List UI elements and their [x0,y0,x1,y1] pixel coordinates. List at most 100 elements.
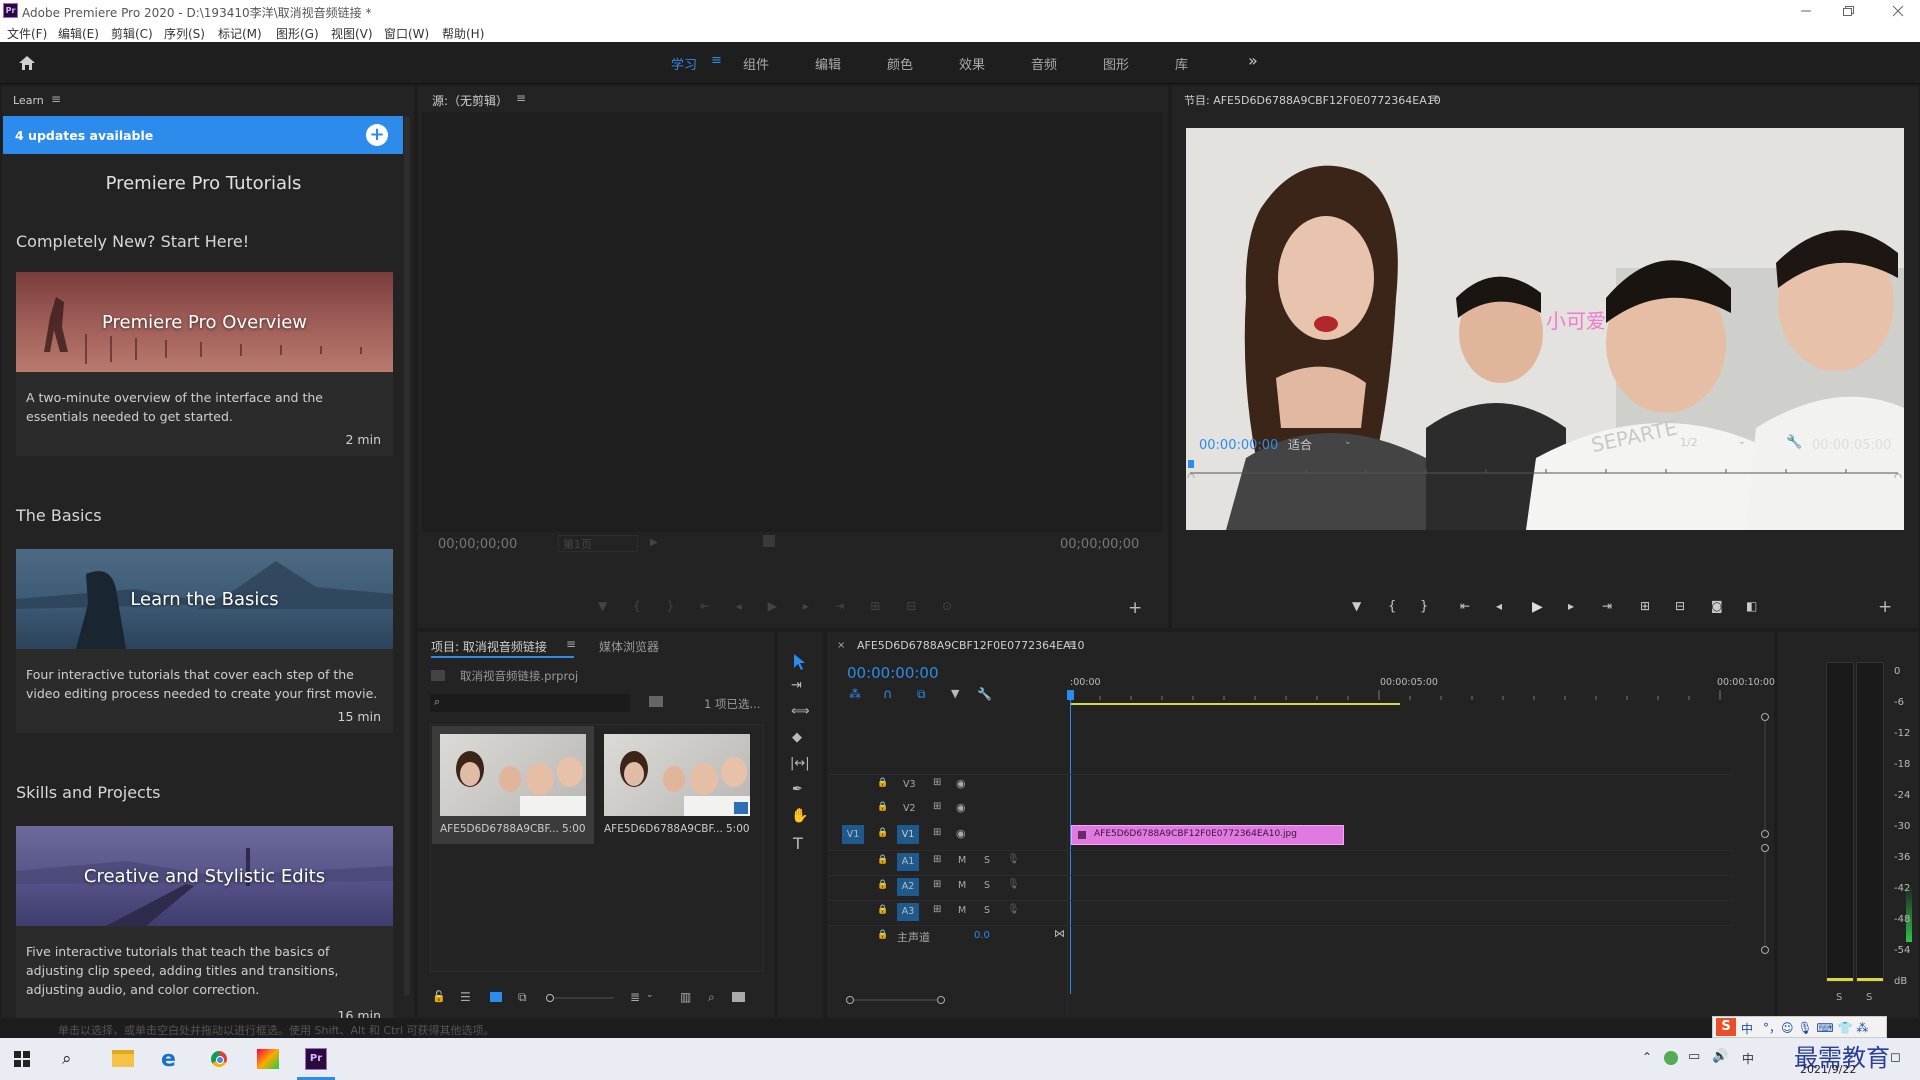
tutorial-card-overview[interactable]: Premiere Pro Overview A two-minute overv… [16,272,393,456]
sync-lock-icon[interactable]: ⊞ [933,827,941,838]
workspace-tab-color[interactable]: 颜色 [887,54,913,73]
lock-icon[interactable]: 🔒 [877,880,888,890]
microphone-icon[interactable]: 🎙 [1007,854,1020,865]
track-label[interactable]: A1 [897,853,919,871]
ime-tools-icon[interactable]: °，☺ 🎙 ⌨ 👕 ⁂ [1763,1019,1868,1036]
mark-in-icon[interactable]: { [1388,599,1396,614]
workspace-tab-audio[interactable]: 音频 [1031,54,1057,73]
go-to-in-icon[interactable]: ⇤ [1460,599,1470,613]
panel-menu-icon[interactable]: ≡ [516,91,526,105]
tray-app-icon[interactable] [1664,1051,1678,1065]
zoom-slider[interactable] [546,994,616,1002]
timeline-vertical-scroll[interactable] [1761,712,1769,992]
resolution-select[interactable]: 1/2 ⌄ [1680,436,1750,454]
sync-lock-icon[interactable]: ⊞ [933,777,941,788]
track-label[interactable]: V2 [903,803,916,814]
slip-tool-icon[interactable]: |↔| [790,756,810,771]
eye-icon[interactable]: ◉ [956,777,966,790]
add-button-icon[interactable]: + [1878,597,1892,617]
freeform-view-icon[interactable]: ⧉ [518,990,527,1005]
solo-left-button[interactable]: S [1836,992,1842,1003]
microphone-icon[interactable]: 🎙 [1007,904,1020,915]
workspace-tab-graphics[interactable]: 图形 [1103,54,1129,73]
solo-button[interactable]: S [984,855,990,866]
workspace-tab-editing[interactable]: 编辑 [815,54,841,73]
program-timecode[interactable]: 00:00:00:00 [1199,438,1278,453]
tutorial-card-creative[interactable]: Creative and Stylistic Edits Five intera… [16,826,393,1018]
panel-menu-icon[interactable]: ≡ [1429,91,1439,105]
ime-toolbar[interactable]: S 中 °，☺ 🎙 ⌨ 👕 ⁂ [1712,1016,1887,1038]
track-select-tool-icon[interactable]: ⇥ [791,678,802,693]
solo-right-button[interactable]: S [1866,992,1872,1003]
ime-indicator[interactable]: 中 [1742,1050,1754,1067]
chevron-down-icon[interactable]: ⌄ [646,990,654,1000]
lock-icon[interactable]: 🔒 [877,855,888,865]
media-browser-tab[interactable]: 媒体浏览器 [599,638,659,655]
menu-markers[interactable]: 标记(M) [218,25,262,42]
eye-icon[interactable]: ◉ [956,827,966,840]
plus-circle-icon[interactable]: + [366,124,388,146]
solo-button[interactable]: S [984,905,990,916]
sync-lock-icon[interactable]: ⊞ [933,879,941,890]
linked-selection-icon[interactable]: ⧉ [917,687,926,702]
menu-edit[interactable]: 编辑(E) [58,25,99,42]
hand-tool-icon[interactable]: ✋ [791,808,808,824]
panel-menu-icon[interactable]: ≡ [566,637,576,651]
home-icon[interactable] [17,54,37,72]
icon-view-icon[interactable] [490,992,502,1002]
workspace-tab-assembly[interactable]: 组件 [743,54,769,73]
type-tool-icon[interactable]: T [793,834,803,853]
play-icon[interactable]: ▶ [1532,599,1543,615]
lock-icon[interactable]: 🔓 [432,990,446,1003]
eye-icon[interactable]: ◉ [956,801,966,814]
close-window-icon[interactable] [1890,3,1906,19]
restore-icon[interactable] [1840,3,1856,19]
mute-button[interactable]: M [958,880,966,891]
step-forward-icon[interactable]: ▸ [1568,599,1574,613]
track-label[interactable]: V1 [897,825,919,844]
edge-browser-icon[interactable]: e [161,1047,176,1072]
source-page-select[interactable]: 第1页 [558,535,638,552]
network-icon[interactable]: ▭ [1688,1049,1700,1064]
find-icon[interactable]: ⌕ [708,990,715,1005]
go-to-end-icon[interactable]: ⋈ [1054,927,1065,940]
program-ruler[interactable] [1186,458,1904,478]
export-frame-icon[interactable]: ◙ [1711,599,1723,613]
new-bin-from-search-icon[interactable] [649,696,663,707]
windows-start-icon[interactable] [14,1051,30,1067]
play-triangle-icon[interactable]: ▶ [650,537,658,548]
sync-lock-icon[interactable]: ⊞ [933,904,941,915]
compare-view-icon[interactable]: ◧ [1746,599,1757,613]
sequence-tab[interactable]: AFE5D6D6788A9CBF12F0E0772364EA10 [857,639,1085,652]
panel-menu-icon[interactable]: ≡ [51,92,61,106]
nest-icon[interactable]: ⁂ [849,687,861,701]
track-label[interactable]: A3 [897,903,919,921]
extract-icon[interactable]: ⊟ [1675,599,1685,613]
fit-select[interactable]: 适合 ⌄ [1288,436,1358,454]
add-button-icon[interactable]: + [1128,598,1142,618]
sync-lock-icon[interactable]: ⊞ [933,854,941,865]
tray-chevron-icon[interactable]: ⌃ [1642,1050,1652,1064]
tutorial-card-basics[interactable]: Learn the Basics Four interactive tutori… [16,549,393,733]
lift-icon[interactable]: ⊞ [1640,599,1650,613]
new-bin-icon[interactable] [732,992,745,1002]
ripple-edit-tool-icon[interactable]: ⟺ [791,704,810,719]
menu-graphics[interactable]: 图形(G) [276,25,319,42]
workspace-menu-icon[interactable]: ≡ [711,53,722,68]
taskbar-premiere-icon[interactable]: Pr [305,1048,327,1070]
go-to-out-icon[interactable]: ⇥ [1602,599,1612,613]
menu-view[interactable]: 视图(V) [331,25,373,42]
project-item[interactable]: AFE5D6D6788A9CBF... 5:00 [432,726,594,844]
menu-file[interactable]: 文件(F) [7,25,47,42]
add-marker-icon[interactable]: ▼ [1352,599,1361,613]
mute-button[interactable]: M [958,855,966,866]
source-settings-icon[interactable] [763,535,775,547]
mute-button[interactable]: M [958,905,966,916]
source-patch-v1[interactable]: V1 [842,825,864,844]
automate-to-sequence-icon[interactable]: ▥ [680,990,691,1004]
learn-scrollbar[interactable] [404,116,410,996]
wrench-icon[interactable]: 🔧 [977,687,992,701]
notification-icon[interactable]: ◻ [1890,1050,1901,1065]
step-back-icon[interactable]: ◂ [1496,599,1502,613]
lock-icon[interactable]: 🔒 [877,828,888,838]
